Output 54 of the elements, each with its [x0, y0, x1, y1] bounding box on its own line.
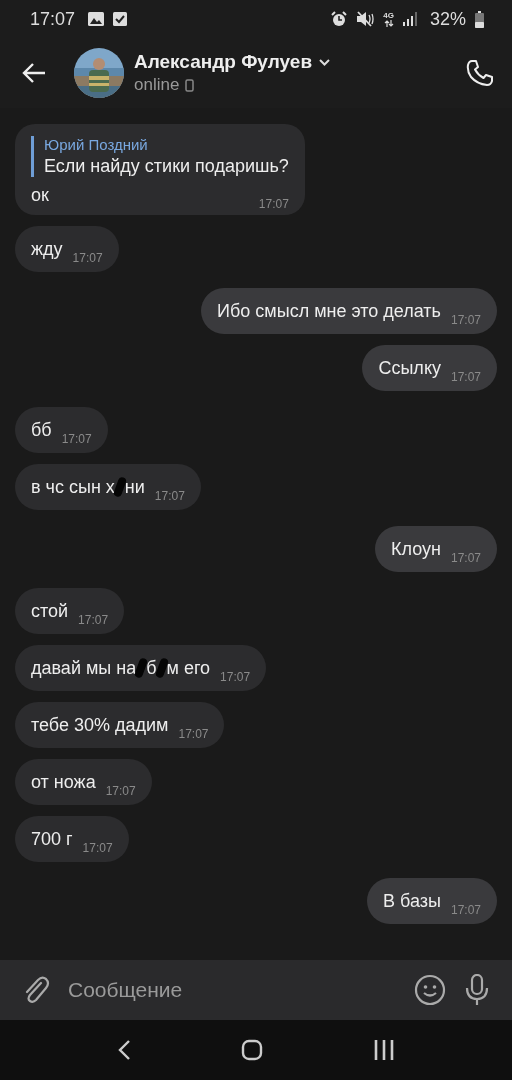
battery-percentage: 32%	[429, 8, 466, 30]
checkbox-icon	[113, 12, 128, 26]
message-text: Ибо смысл мне это делать	[217, 300, 441, 323]
message-text: 700 г	[31, 828, 73, 851]
message-time: 17:07	[61, 432, 92, 446]
home-icon[interactable]	[241, 1039, 263, 1061]
smiley-icon[interactable]	[414, 974, 446, 1006]
mute-icon	[356, 11, 375, 27]
redaction-scribble	[154, 657, 169, 679]
message-text: ок	[31, 184, 49, 207]
redaction-scribble	[134, 657, 149, 679]
reply-author: Юрий Поздний	[44, 136, 149, 153]
reply-text: Если найду стики подаришь?	[44, 156, 289, 177]
message-time: 17:07	[154, 489, 185, 503]
message-text: бб	[31, 419, 52, 442]
message-time: 17:07	[82, 841, 113, 855]
recent-apps-icon[interactable]	[373, 1040, 395, 1060]
message-text: стой	[31, 600, 69, 623]
message-text: Ссылку	[378, 357, 441, 380]
message-input[interactable]: Сообщение	[68, 978, 396, 1002]
message-time: 17:07	[178, 727, 209, 741]
network-type: 4G	[383, 11, 394, 20]
message-text: в чс сын х ни	[31, 475, 145, 499]
message-time: 17:07	[72, 251, 103, 265]
phone-call-icon[interactable]	[466, 59, 494, 87]
message-text: В базы	[383, 890, 441, 913]
image-icon	[88, 12, 105, 26]
back-icon[interactable]	[117, 1039, 131, 1061]
message-time: 17:07	[450, 313, 481, 327]
message-time: 17:07	[258, 197, 289, 211]
message-time: 17:07	[105, 784, 136, 798]
message-time: 17:07	[78, 613, 109, 627]
message-time: 17:07	[450, 551, 481, 565]
message-text: тебе 30% дадим	[31, 714, 169, 737]
redaction-scribble	[112, 476, 127, 498]
message-text: Клоун	[391, 538, 441, 561]
message-time: 17:07	[450, 370, 481, 384]
data-arrows-icon	[383, 19, 394, 27]
online-status: online	[134, 75, 180, 95]
alarm-icon	[331, 11, 348, 27]
chevron-down-icon[interactable]	[319, 58, 331, 66]
message-time: 17:07	[450, 903, 481, 917]
battery-icon	[475, 10, 484, 28]
message-text: давай мы на б м его	[31, 656, 211, 680]
message-text: жду	[31, 238, 63, 261]
phone-device-icon	[185, 78, 195, 92]
clock-time: 17:07	[30, 8, 76, 30]
back-arrow-icon[interactable]	[22, 62, 46, 84]
message-text: от ножа	[31, 771, 96, 794]
message-time: 17:07	[220, 670, 251, 684]
microphone-icon[interactable]	[464, 974, 490, 1006]
contact-name[interactable]: Александр Фулуев	[134, 51, 313, 73]
signal-icon	[402, 12, 417, 26]
message-field[interactable]: Сообщение	[0, 960, 512, 1020]
